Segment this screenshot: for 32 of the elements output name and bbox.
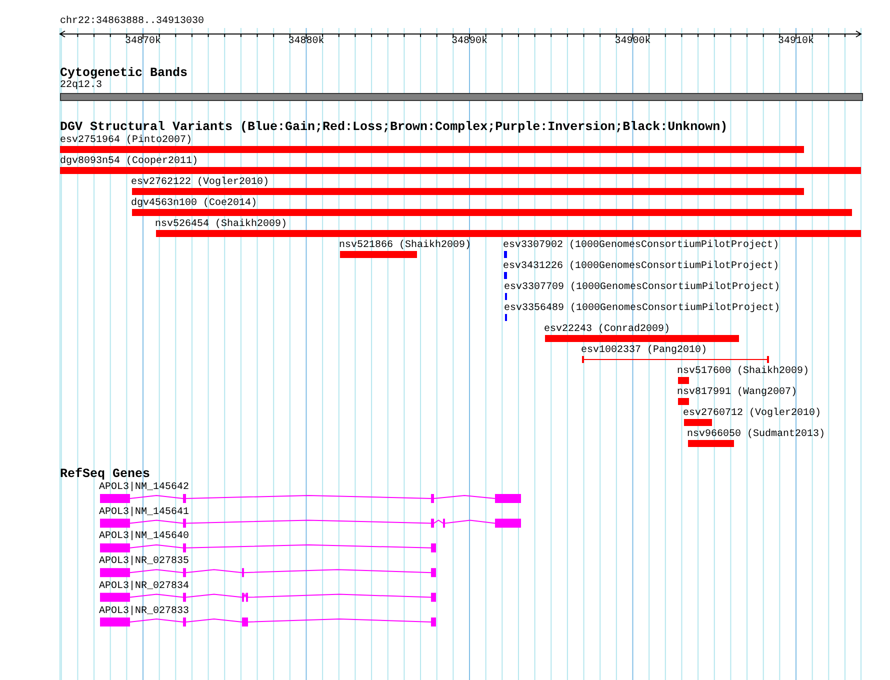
variant-label: esv2760712 (Vogler2010) (683, 408, 822, 419)
variant-label: esv1002337 (Pang2010) (581, 345, 708, 356)
variant-label: esv2751964 (Pinto2007) (60, 135, 192, 146)
variant-label: esv22243 (Conrad2009) (544, 324, 670, 335)
ruler-tick-label: 34900k (614, 36, 651, 47)
region-label: chr22:34863888..34913030 (60, 16, 204, 27)
variant-label: nsv966050 (Sudmant2013) (687, 429, 826, 440)
track-title: Cytogenetic Bands (60, 67, 188, 80)
gene-label: APOL3|NM_145640 (99, 531, 190, 542)
ruler-tick-label: 34870k (125, 36, 161, 47)
track-title: RefSeq Genes (60, 468, 150, 481)
gene-label: APOL3|NM_145642 (99, 482, 190, 493)
gene-label: APOL3|NR_027834 (99, 580, 190, 592)
gene-label: APOL3|NR_027833 (99, 606, 190, 616)
variant-label: esv3307902 (1000GenomesConsortiumPilotProject) (503, 240, 780, 251)
ruler-tick-label: 34880k (288, 36, 324, 47)
variant-label: nsv817991 (Wang2007) (677, 387, 798, 398)
variant-label: esv3431226 (1000GenomesConsortiumPilotProject) (503, 261, 780, 272)
variant-label: esv3356489 (1000GenomesConsortiumPilotProject) (504, 303, 780, 314)
ruler-tick-label: 34890k (452, 36, 488, 47)
variant-label: esv2762122 (Vogler2010) (131, 177, 270, 188)
gene-label: APOL3|NR_027835 (99, 556, 190, 568)
band-label: 22q12.3 (60, 80, 102, 91)
variant-label: dgv8093n54 (Cooper2011) (60, 156, 198, 167)
variant-label: nsv526454 (Shaikh2009) (155, 219, 288, 230)
track-title: DGV Structural Variants (Blue:Gain;Red:Loss;Brown:Complex;Purple:Inversion;Black:Unknown) (60, 121, 728, 134)
ruler-tick-label: 34910k (778, 36, 814, 47)
variant-label: nsv517600 (Shaikh2009) (677, 366, 810, 377)
variant-label: dgv4563n100 (Coe2014) (131, 198, 258, 209)
gene-label: APOL3|NM_145641 (99, 506, 190, 518)
variant-label: esv3307709 (1000GenomesConsortiumPilotProject) (504, 282, 780, 293)
variant-label: nsv521866 (Shaikh2009) (339, 240, 472, 251)
